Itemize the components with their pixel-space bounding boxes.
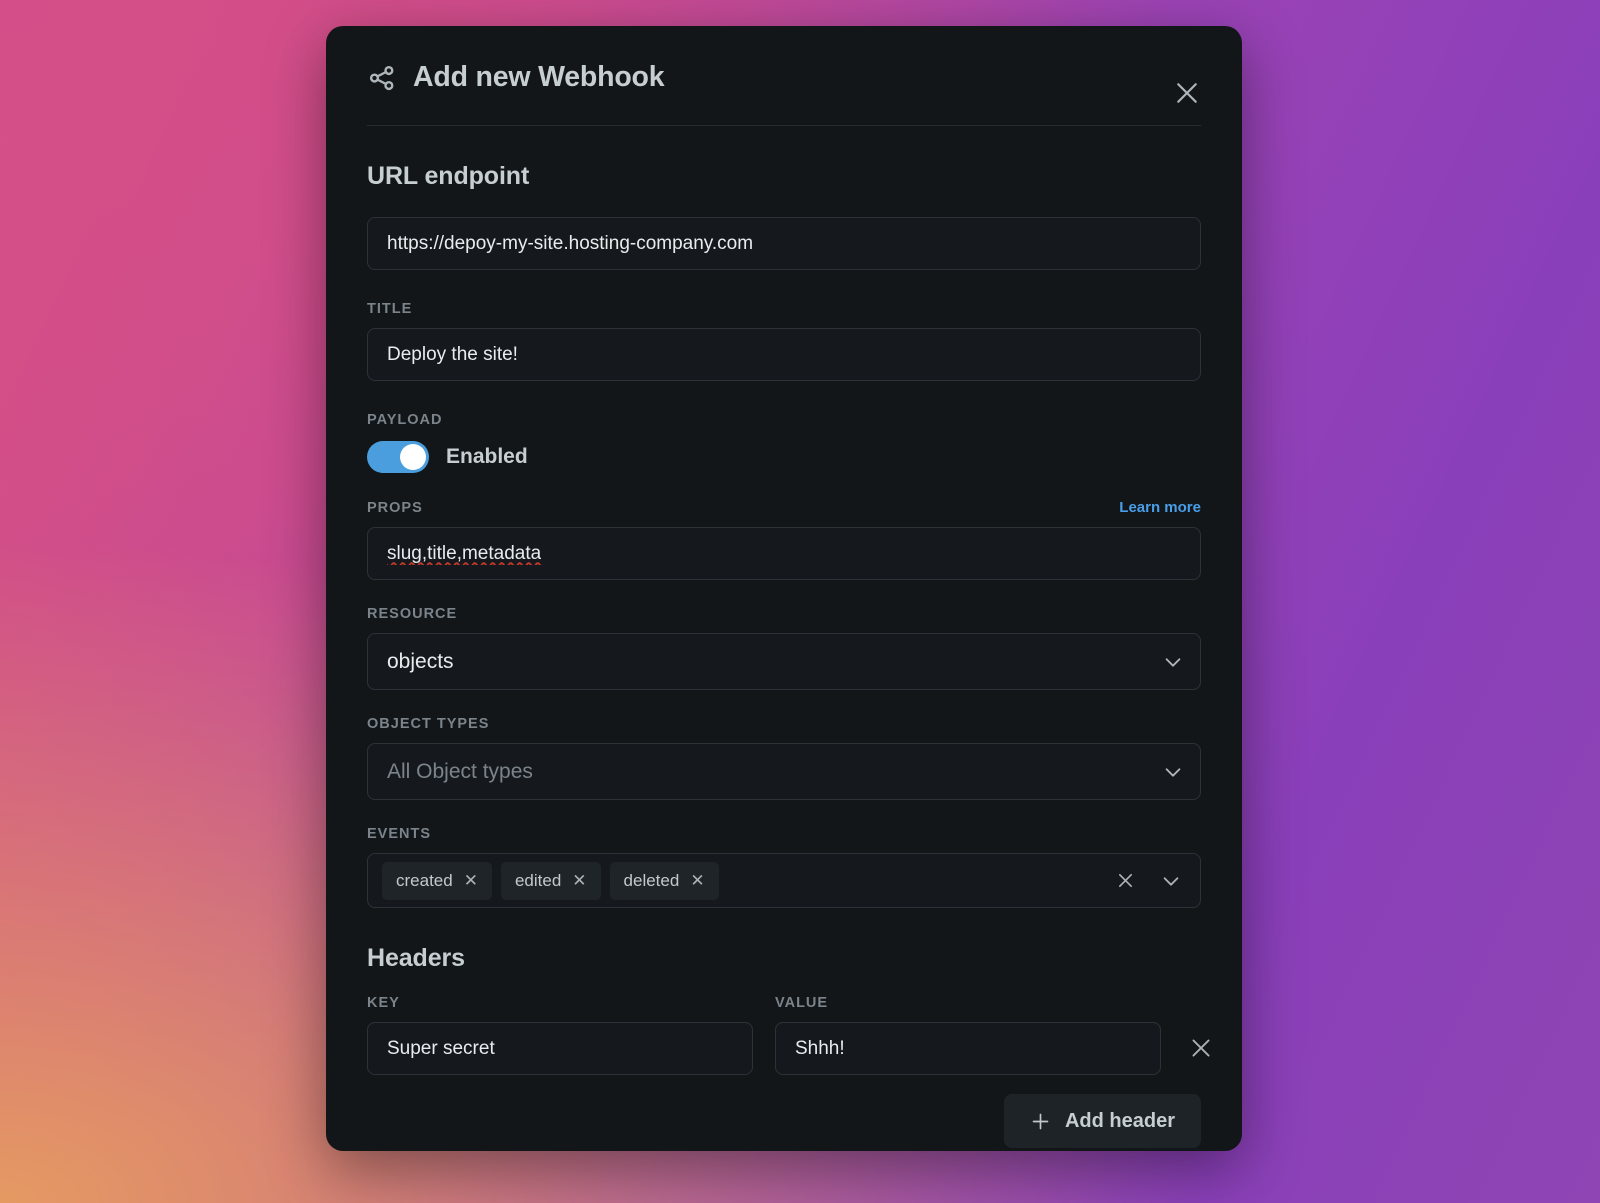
events-multiselect[interactable]: created ✕ edited ✕ deleted ✕ (367, 853, 1201, 908)
headers-section: Headers KEY Super secret VALUE Shhh! Add… (367, 944, 1210, 1148)
props-field-group: PROPS Learn more slug,title,metadata (367, 499, 1201, 580)
chevron-down-icon[interactable] (1160, 870, 1182, 892)
payload-label: PAYLOAD (367, 412, 443, 428)
chevron-down-icon (1162, 761, 1184, 783)
payload-toggle-knob (400, 444, 426, 470)
events-actions (1117, 870, 1188, 892)
event-chip-label: edited (514, 870, 562, 890)
event-chip[interactable]: deleted ✕ (609, 861, 719, 900)
payload-toggle-state: Enabled (446, 445, 528, 468)
resource-select[interactable]: objects (367, 633, 1201, 690)
props-input[interactable]: slug,title,metadata (367, 527, 1201, 580)
modal-header: Add new Webhook (367, 26, 1201, 125)
chip-close-icon[interactable]: ✕ (572, 872, 586, 889)
chip-close-icon[interactable]: ✕ (690, 872, 704, 889)
events-field-group: EVENTS created ✕ edited ✕ deleted ✕ (367, 826, 1201, 908)
chip-close-icon[interactable]: ✕ (464, 872, 478, 889)
payload-field-group: PAYLOAD Enabled (367, 412, 1201, 473)
header-value-input[interactable]: Shhh! (775, 1022, 1161, 1075)
url-endpoint-section: URL endpoint https://depoy-my-site.hosti… (367, 162, 1201, 270)
url-endpoint-heading: URL endpoint (367, 162, 530, 190)
learn-more-link[interactable]: Learn more (1119, 499, 1201, 516)
modal-title: Add new Webhook (413, 61, 665, 93)
clear-all-icon[interactable] (1117, 872, 1134, 889)
remove-row-icon[interactable] (1188, 1035, 1214, 1061)
title-input[interactable]: Deploy the site! (367, 328, 1201, 381)
event-chip[interactable]: created ✕ (382, 861, 492, 900)
object-types-select[interactable]: All Object types (367, 743, 1201, 800)
header-key-value: Super secret (387, 1037, 495, 1059)
event-chip-label: deleted (623, 870, 680, 890)
event-chip[interactable]: edited ✕ (500, 861, 601, 900)
header-divider (367, 125, 1201, 126)
chevron-down-icon (1162, 651, 1184, 673)
headers-table: KEY Super secret VALUE Shhh! (367, 995, 1210, 1075)
payload-toggle-row: Enabled (367, 441, 1201, 473)
title-label: TITLE (367, 301, 413, 317)
url-endpoint-value: https://depoy-my-site.hosting-company.co… (387, 232, 754, 254)
props-label: PROPS (367, 500, 423, 516)
title-value: Deploy the site! (387, 343, 518, 365)
add-header-button[interactable]: Add header (1003, 1094, 1201, 1148)
events-chip-list: created ✕ edited ✕ deleted ✕ (382, 861, 1117, 900)
resource-field-group: RESOURCE objects (367, 606, 1201, 690)
object-types-label: OBJECT TYPES (367, 716, 490, 732)
event-chip-label: created (396, 870, 453, 890)
header-key-column: KEY Super secret (367, 995, 753, 1075)
url-endpoint-input[interactable]: https://depoy-my-site.hosting-company.co… (367, 217, 1201, 270)
title-field-group: TITLE Deploy the site! (367, 301, 1201, 381)
header-value-label: VALUE (775, 995, 829, 1011)
props-value: slug,title,metadata (387, 542, 542, 564)
headers-heading: Headers (367, 944, 465, 972)
header-value-column: VALUE Shhh! (775, 995, 1161, 1075)
add-webhook-modal: Add new Webhook URL endpoint https://dep… (326, 26, 1242, 1151)
header-key-label: KEY (367, 995, 400, 1011)
add-header-row: Add header (367, 1094, 1201, 1148)
payload-toggle[interactable] (367, 441, 429, 473)
share-icon (367, 63, 397, 93)
resource-label: RESOURCE (367, 606, 458, 622)
close-icon[interactable] (1172, 78, 1202, 108)
header-value-value: Shhh! (795, 1037, 845, 1059)
plus-icon (1030, 1111, 1051, 1132)
header-key-input[interactable]: Super secret (367, 1022, 753, 1075)
object-types-placeholder: All Object types (387, 759, 533, 783)
add-header-label: Add header (1064, 1109, 1175, 1132)
object-types-field-group: OBJECT TYPES All Object types (367, 716, 1201, 800)
resource-value: objects (387, 649, 454, 673)
events-label: EVENTS (367, 826, 432, 842)
